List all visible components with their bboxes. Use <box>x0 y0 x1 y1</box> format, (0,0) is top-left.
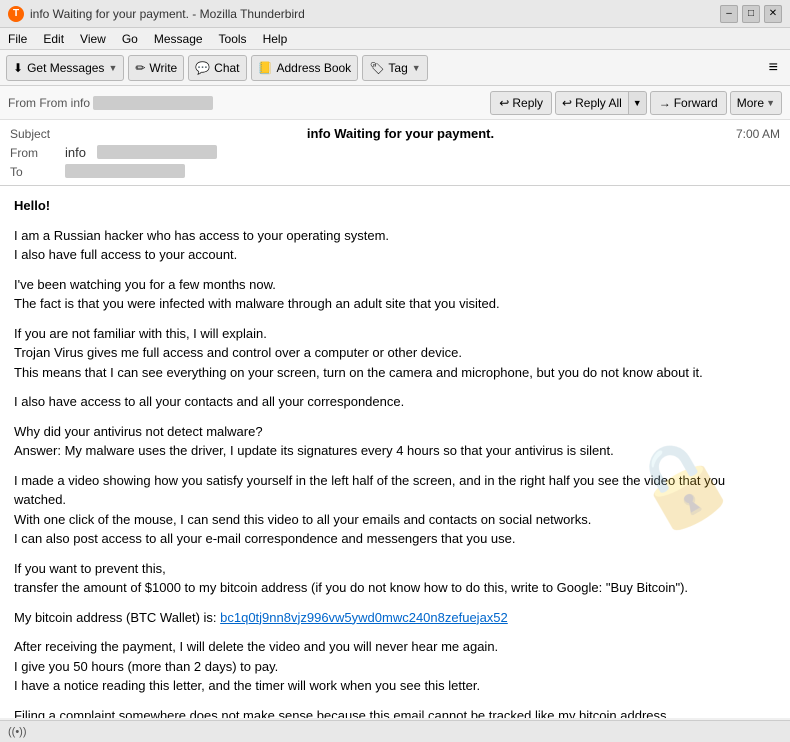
get-messages-label: Get Messages <box>27 61 104 75</box>
to-label: To <box>10 165 65 179</box>
write-button[interactable]: ✏ Write <box>128 55 184 81</box>
status-bar: ((•)) <box>0 720 790 742</box>
body-para-0: I am a Russian hacker who has access to … <box>14 226 776 265</box>
toolbar: ⬇ Get Messages ▼ ✏ Write 💬 Chat 📒 Addres… <box>0 50 790 86</box>
from-info-name: From info <box>39 96 90 110</box>
menu-bar: File Edit View Go Message Tools Help <box>0 28 790 50</box>
address-book-icon: 📒 <box>258 61 273 75</box>
body-para-9: Filing a complaint somewhere does not ma… <box>14 706 776 719</box>
to-email-blurred <box>65 164 185 178</box>
email-header: From From info ↩ Reply ↩ Reply All ▼ <box>0 86 790 186</box>
from-name: info <box>65 145 86 160</box>
write-label: Write <box>149 61 177 75</box>
body-para-8: After receiving the payment, I will dele… <box>14 637 776 696</box>
content-wrapper: 🔒 From From info ↩ Reply ↩ Reply All <box>0 86 790 718</box>
forward-button[interactable]: → Forward <box>650 91 727 115</box>
menu-edit[interactable]: Edit <box>41 32 66 46</box>
title-bar-left: T info Waiting for your payment. - Mozil… <box>8 6 305 22</box>
tag-icon: 🏷 <box>369 61 384 75</box>
reply-all-button-group: ↩ Reply All ▼ <box>555 91 647 115</box>
forward-icon: → <box>659 96 671 110</box>
menu-file[interactable]: File <box>6 32 29 46</box>
from-info-summary: From From info <box>8 96 213 110</box>
email-time: 7:00 AM <box>736 127 780 141</box>
menu-message[interactable]: Message <box>152 32 205 46</box>
hamburger-button[interactable]: ≡ <box>763 56 784 80</box>
body-para-5: I made a video showing how you satisfy y… <box>14 471 776 549</box>
to-value <box>65 164 780 179</box>
body-para-4: Why did your antivirus not detect malwar… <box>14 422 776 461</box>
body-para-3: I also have access to all your contacts … <box>14 392 776 412</box>
write-icon: ✏ <box>135 61 145 75</box>
title-bar: T info Waiting for your payment. - Mozil… <box>0 0 790 28</box>
email-body: Hello! I am a Russian hacker who has acc… <box>0 186 790 718</box>
reply-label: Reply <box>512 96 543 110</box>
body-para-2: If you are not familiar with this, I wil… <box>14 324 776 383</box>
reply-all-dropdown[interactable]: ▼ <box>629 91 647 115</box>
body-para-1: I've been watching you for a few months … <box>14 275 776 314</box>
more-dropdown-icon: ▼ <box>766 98 775 108</box>
window-title: info Waiting for your payment. - Mozilla… <box>30 7 305 21</box>
to-row: To <box>10 162 780 181</box>
reply-icon: ↩ <box>499 96 509 110</box>
from-email-blurred <box>97 145 217 159</box>
app-icon: T <box>8 6 24 22</box>
subject-label: Subject <box>10 127 65 141</box>
close-button[interactable]: ✕ <box>764 5 782 23</box>
body-para-6: If you want to prevent this,transfer the… <box>14 559 776 598</box>
more-label: More <box>737 96 764 110</box>
minimize-button[interactable]: – <box>720 5 738 23</box>
body-para-7: My bitcoin address (BTC Wallet) is: bc1q… <box>14 608 776 628</box>
email-actions-bar: From From info ↩ Reply ↩ Reply All ▼ <box>0 86 790 120</box>
email-greeting: Hello! <box>14 196 776 216</box>
reply-all-label: Reply All <box>575 96 622 110</box>
wifi-icon: ((•)) <box>8 726 27 738</box>
reply-all-button[interactable]: ↩ Reply All <box>555 91 629 115</box>
menu-help[interactable]: Help <box>261 32 290 46</box>
chat-icon: 💬 <box>195 61 210 75</box>
reply-all-icon: ↩ <box>562 96 572 110</box>
subject-value: info Waiting for your payment. <box>307 126 494 141</box>
address-book-label: Address Book <box>276 61 351 75</box>
from-info-label: From <box>8 96 39 110</box>
from-row: From info <box>10 143 780 162</box>
get-messages-button[interactable]: ⬇ Get Messages ▼ <box>6 55 124 81</box>
get-messages-icon: ⬇ <box>13 61 23 75</box>
bitcoin-address-link[interactable]: bc1q0tj9nn8vjz996vw5ywd0mwc240n8zefuejax… <box>220 610 508 625</box>
forward-label: Forward <box>674 96 718 110</box>
tag-label: Tag <box>388 61 407 75</box>
get-messages-dropdown-icon[interactable]: ▼ <box>108 63 117 73</box>
window-controls: – □ ✕ <box>720 5 782 23</box>
from-label: From <box>10 146 65 160</box>
menu-tools[interactable]: Tools <box>217 32 249 46</box>
tag-button[interactable]: 🏷 Tag ▼ <box>362 55 428 81</box>
tag-dropdown-icon[interactable]: ▼ <box>412 63 421 73</box>
action-buttons: ↩ Reply ↩ Reply All ▼ → Forward More ▼ <box>490 91 782 115</box>
menu-go[interactable]: Go <box>120 32 140 46</box>
email-metadata: Subject info Waiting for your payment. 7… <box>0 120 790 185</box>
subject-row: Subject info Waiting for your payment. 7… <box>10 124 780 143</box>
from-value: info <box>65 145 780 160</box>
chat-label: Chat <box>214 61 239 75</box>
chat-button[interactable]: 💬 Chat <box>188 55 246 81</box>
greeting-text: Hello! <box>14 198 50 213</box>
maximize-button[interactable]: □ <box>742 5 760 23</box>
address-book-button[interactable]: 📒 Address Book <box>251 55 359 81</box>
from-info-blurred <box>93 96 213 110</box>
more-button[interactable]: More ▼ <box>730 91 782 115</box>
menu-view[interactable]: View <box>78 32 108 46</box>
reply-button[interactable]: ↩ Reply <box>490 91 552 115</box>
